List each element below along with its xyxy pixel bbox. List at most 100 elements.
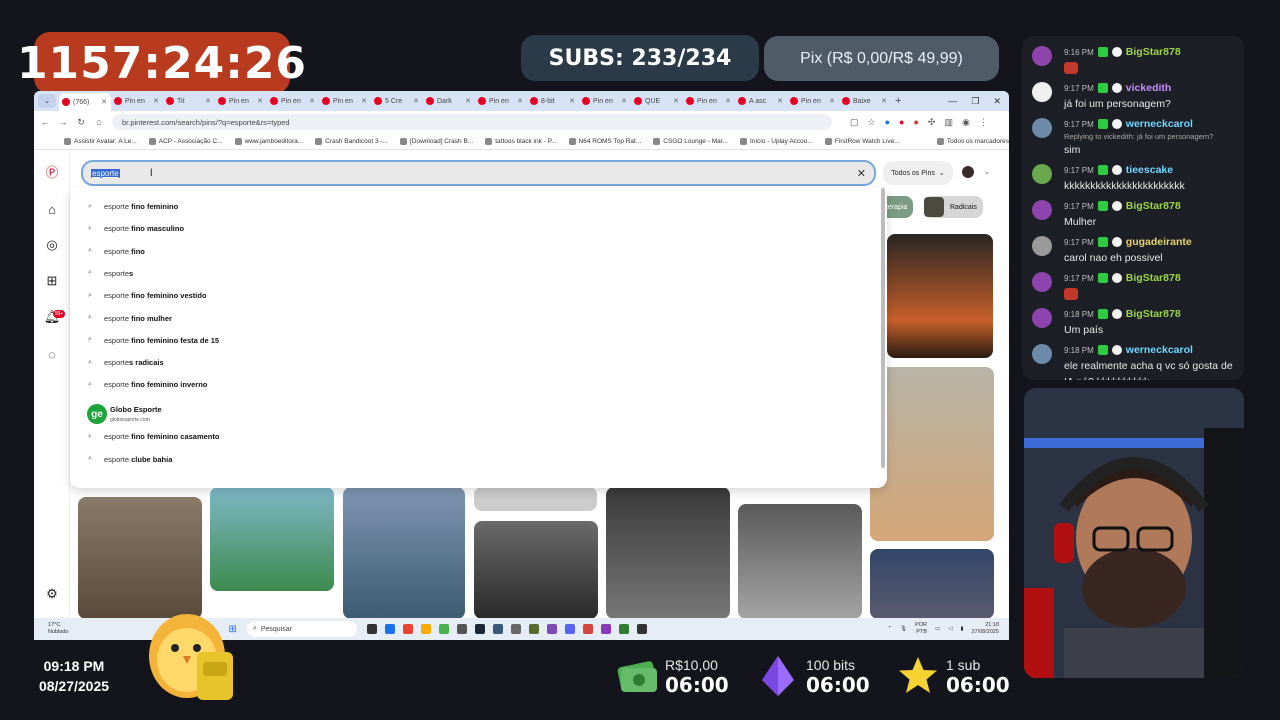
browser-tab[interactable]: Pin en ✕: [683, 93, 735, 109]
tab-close-icon[interactable]: ✕: [621, 97, 627, 105]
tab-close-icon[interactable]: ✕: [153, 97, 159, 105]
maximize-icon[interactable]: ❐: [971, 96, 979, 107]
close-window-icon[interactable]: ✕: [993, 96, 1001, 107]
tab-close-icon[interactable]: ✕: [517, 97, 523, 105]
create-plus-icon[interactable]: ⊞: [44, 273, 60, 289]
mic-icon[interactable]: 🎙︎: [900, 626, 907, 632]
search-suggestion[interactable]: ⌕ esporte fino feminino inverno: [88, 380, 207, 389]
search-suggestion[interactable]: ⌕ esporte fino mulher: [88, 314, 172, 323]
tab-close-icon[interactable]: ✕: [413, 97, 419, 105]
bookmark-item[interactable]: www.jamboeditora...: [234, 137, 303, 145]
app-icon-9[interactable]: [582, 624, 593, 634]
search-suggestion[interactable]: ⌕ esporte fino feminino casamento: [88, 432, 219, 441]
profile-icon[interactable]: ◉: [962, 117, 970, 128]
search-suggestion[interactable]: ⌕ esporte fino feminino vestido: [88, 291, 207, 300]
tab-close-icon[interactable]: ✕: [101, 98, 107, 106]
battery-icon[interactable]: ▮: [960, 626, 963, 632]
task-view-icon[interactable]: [366, 624, 377, 634]
explore-compass-icon[interactable]: ◎: [44, 237, 60, 253]
pin-filter-dropdown[interactable]: Todos os Pins ⌄: [883, 161, 953, 185]
tray-language[interactable]: POR PTB: [915, 622, 927, 636]
reload-icon[interactable]: ↻: [76, 117, 86, 128]
user-avatar[interactable]: [960, 164, 976, 180]
browser-tab[interactable]: Pin en ✕: [475, 93, 527, 109]
tab-close-icon[interactable]: ✕: [881, 97, 887, 105]
tray-chevron-icon[interactable]: ⌃: [887, 626, 892, 632]
chat-username[interactable]: BigStar878: [1126, 200, 1181, 212]
clear-search-icon[interactable]: ✕: [857, 167, 866, 180]
screenshot-icon[interactable]: ▢: [850, 117, 859, 128]
extension-icon-blue[interactable]: ●: [885, 117, 890, 128]
pin-runner-stadium[interactable]: [474, 521, 598, 619]
browser-tab[interactable]: Pin en ✕: [319, 93, 371, 109]
bookmark-item[interactable]: [Download] Crash B...: [399, 137, 473, 145]
pin-illustration[interactable]: [210, 487, 334, 591]
tab-close-icon[interactable]: ✕: [309, 97, 315, 105]
search-suggestion[interactable]: ⌕ esporte fino feminino festa de 15: [88, 336, 219, 345]
app-icon-5[interactable]: [510, 624, 521, 634]
browser-tab[interactable]: 5 Cre ✕: [371, 93, 423, 109]
bookmark-item[interactable]: N64 ROMS Top Rat...: [568, 137, 641, 145]
tab-search-button[interactable]: ⌄: [38, 94, 56, 108]
browser-tab[interactable]: Pin en ✕: [787, 93, 839, 109]
pin-grid-photos[interactable]: [343, 487, 465, 619]
chat-username[interactable]: werneckcarol: [1126, 118, 1193, 130]
home-icon[interactable]: ⌂: [94, 117, 104, 127]
search-suggestion[interactable]: ⌕ esporte fino feminino: [88, 202, 178, 211]
browser-tab[interactable]: 8-bit ✕: [527, 93, 579, 109]
tab-close-icon[interactable]: ✕: [777, 97, 783, 105]
pin-runner-sunset[interactable]: [887, 234, 993, 358]
browser-tab[interactable]: Pin en ✕: [579, 93, 631, 109]
tab-close-icon[interactable]: ✕: [257, 97, 263, 105]
pinterest-logo-icon[interactable]: Ⓟ: [44, 163, 60, 180]
tab-close-icon[interactable]: ✕: [829, 97, 835, 105]
browser-tab[interactable]: (766) ✕: [59, 93, 111, 111]
search-suggestion[interactable]: ⌕ esporte s radicais: [88, 358, 164, 367]
chip-radicais[interactable]: Radicais: [924, 196, 983, 218]
bookmark-item[interactable]: CSGO Lounge - Mar...: [653, 137, 728, 145]
search-suggestion[interactable]: ⌕ esporte fino masculino: [88, 224, 184, 233]
app-icon-10[interactable]: [618, 624, 629, 634]
bookmark-item[interactable]: Todos os marcadores: [936, 137, 1009, 145]
chrome-icon[interactable]: [384, 624, 395, 634]
minimize-icon[interactable]: —: [948, 96, 957, 107]
browser-tab[interactable]: A asc ✕: [735, 93, 787, 109]
pinterest-extension-icon[interactable]: ●: [899, 117, 904, 128]
chat-username[interactable]: werneckcarol: [1126, 344, 1193, 356]
bookmark-item[interactable]: ACP - Associação C...: [148, 137, 223, 145]
new-tab-icon[interactable]: +: [895, 95, 901, 107]
pin-basketball[interactable]: [870, 549, 994, 619]
pin-partial[interactable]: [474, 487, 597, 511]
chat-username[interactable]: tieescake: [1126, 164, 1173, 176]
tab-close-icon[interactable]: ✕: [673, 97, 679, 105]
account-chevron-icon[interactable]: ⌄: [984, 168, 990, 176]
app-icon-7[interactable]: [546, 624, 557, 634]
pin-bungee[interactable]: [870, 367, 994, 541]
app-icon-1[interactable]: [402, 624, 413, 634]
chat-username[interactable]: gugadeirante: [1126, 236, 1192, 248]
site-suggestion-title[interactable]: Globo Esporte: [110, 405, 162, 414]
address-bar[interactable]: br.pinterest.com/search/pins/?q=esporte&…: [112, 114, 832, 130]
tab-close-icon[interactable]: ✕: [569, 97, 575, 105]
pin-runner-fog-2[interactable]: [738, 504, 862, 619]
twitch-icon[interactable]: [600, 624, 611, 634]
forward-icon[interactable]: →: [58, 117, 68, 127]
search-suggestion[interactable]: ⌕ esporte clube bahia: [88, 455, 172, 464]
app-icon-2[interactable]: [438, 624, 449, 634]
network-icon[interactable]: ▭: [935, 626, 940, 632]
bookmark-item[interactable]: Assistir Avatar: A Le...: [64, 137, 137, 145]
file-explorer-icon[interactable]: [420, 624, 431, 634]
search-suggestion[interactable]: ⌕ esporte fino: [88, 247, 145, 256]
browser-tab[interactable]: Pin en ✕: [111, 93, 163, 109]
bookmark-star-icon[interactable]: ☆: [868, 117, 876, 128]
app-icon-4[interactable]: [492, 624, 503, 634]
bookmark-item[interactable]: FirstRow Watch Live...: [824, 137, 900, 145]
taskbar-search[interactable]: ⌕ Pesquisar: [246, 621, 357, 637]
tab-close-icon[interactable]: ✕: [465, 97, 471, 105]
extension-icon-red[interactable]: ●: [913, 117, 918, 128]
chat-username[interactable]: BigStar878: [1126, 46, 1181, 58]
browser-tab[interactable]: Dark ✕: [423, 93, 475, 109]
chat-username[interactable]: vickedith: [1126, 82, 1172, 94]
dropdown-scrollbar[interactable]: [881, 188, 885, 468]
back-icon[interactable]: ←: [40, 117, 50, 127]
